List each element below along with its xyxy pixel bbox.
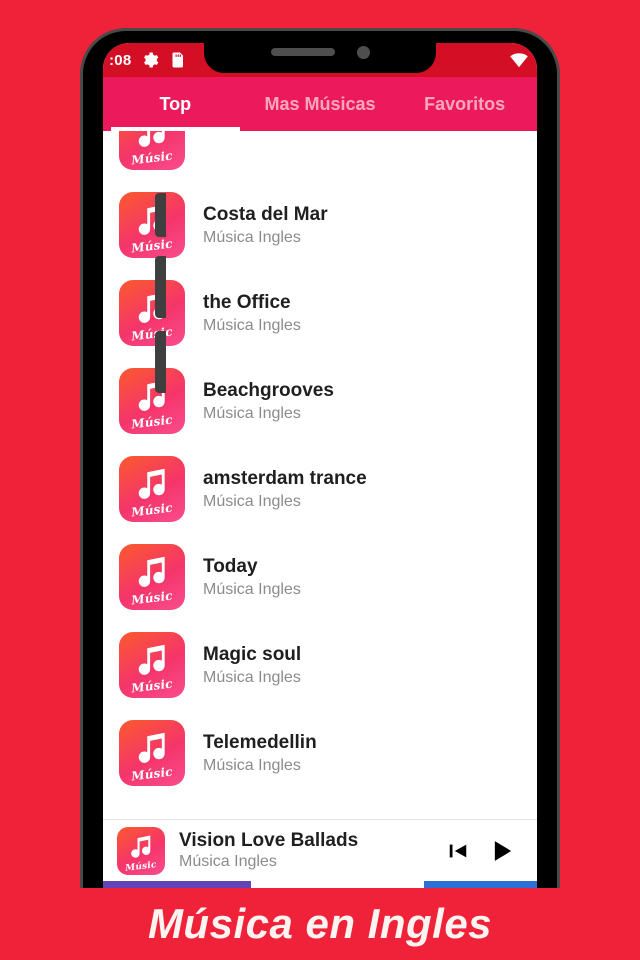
front-camera-icon	[356, 45, 370, 59]
phone-button-volume-up[interactable]	[155, 256, 166, 318]
list-item-meta: amsterdam trance Música Ingles	[203, 467, 367, 512]
list-item[interactable]: Músic Telemedellin Música Ingles	[103, 709, 537, 797]
list-item-title: Magic soul	[203, 643, 302, 665]
promo-caption: Música en Ingles	[147, 900, 493, 947]
now-playing-controls	[447, 837, 523, 865]
list-item-title: Costa del Mar	[203, 203, 328, 225]
list-item[interactable]: Músic Costa del Mar Música Ingles	[103, 181, 537, 269]
previous-track-icon[interactable]	[447, 840, 469, 862]
status-bar-right-group	[509, 52, 529, 68]
phone-screen: :08 Top Mas Músicas Favoritos Músic Músi…	[103, 43, 537, 888]
status-bar-clock: :08	[109, 51, 132, 69]
tab-mas-musicas[interactable]: Mas Músicas	[248, 77, 393, 131]
list-item[interactable]: Músic Magic soul Música Ingles	[103, 621, 537, 709]
phone-frame: :08 Top Mas Músicas Favoritos Músic Músi…	[80, 28, 560, 888]
album-art-label: Músic	[130, 148, 174, 168]
album-art-label: Músic	[130, 236, 174, 256]
list-item-title: amsterdam trance	[203, 467, 367, 489]
music-note-icon	[138, 644, 165, 675]
tab-favoritos[interactable]: Favoritos	[392, 77, 537, 131]
list-item[interactable]: Músic the Office Música Ingles	[103, 269, 537, 357]
tab-top[interactable]: Top	[103, 77, 248, 131]
album-art-label: Músic	[124, 859, 158, 874]
album-art-label: Músic	[130, 676, 174, 696]
album-art-icon: Músic	[119, 456, 185, 522]
list-item-meta	[203, 131, 208, 159]
album-art-icon: Músic	[119, 131, 185, 170]
list-item-title	[203, 131, 208, 138]
album-art-icon: Músic	[119, 368, 185, 434]
bottom-nav-item-middle[interactable]	[250, 881, 425, 888]
tab-bar: Top Mas Músicas Favoritos	[103, 77, 537, 131]
music-note-icon	[138, 732, 165, 763]
wifi-icon	[510, 53, 528, 68]
now-playing-bar[interactable]: Músic Vision Love Ballads Música Ingles	[103, 819, 537, 881]
list-item-meta: Costa del Mar Música Ingles	[203, 203, 328, 248]
song-list[interactable]: Músic Músic Costa del Mar Música Ingles …	[103, 131, 537, 819]
music-note-icon	[138, 556, 165, 587]
list-item[interactable]: Músic Beachgrooves Música Ingles	[103, 357, 537, 445]
song-list-scroll-container: Músic Músic Costa del Mar Música Ingles …	[103, 131, 537, 797]
bottom-nav-item-left[interactable]	[103, 881, 251, 888]
list-item-meta: Magic soul Música Ingles	[203, 643, 301, 688]
list-item[interactable]: Músic Today Música Ingles	[103, 533, 537, 621]
album-art-icon: Músic	[119, 280, 185, 346]
phone-notch	[204, 31, 436, 73]
list-item[interactable]: Músic amsterdam trance Música Ingles	[103, 445, 537, 533]
earpiece-speaker-icon	[270, 48, 335, 56]
tab-favoritos-label: Favoritos	[424, 93, 506, 114]
list-item-meta: Beachgrooves Música Ingles	[203, 379, 334, 424]
album-art-icon: Músic	[119, 544, 185, 610]
now-playing-meta: Vision Love Ballads Música Ingles	[179, 830, 433, 871]
list-item[interactable]: Músic	[103, 131, 537, 181]
bottom-navigation-bar[interactable]	[103, 881, 537, 888]
phone-button-volume-down[interactable]	[155, 331, 166, 393]
phone-button-silent[interactable]	[155, 193, 166, 237]
music-note-icon	[131, 835, 151, 858]
list-item-title: Beachgrooves	[203, 379, 334, 401]
album-art-icon: Músic	[119, 720, 185, 786]
list-item-meta: the Office Música Ingles	[203, 291, 301, 336]
now-playing-subtitle: Música Ingles	[179, 853, 277, 870]
album-art-label: Músic	[130, 588, 174, 608]
music-note-icon	[138, 468, 165, 499]
album-art-icon: Músic	[119, 632, 185, 698]
tab-mas-musicas-label: Mas Músicas	[264, 93, 376, 114]
list-item-subtitle: Música Ingles	[203, 405, 301, 423]
play-icon[interactable]	[489, 837, 517, 865]
list-item-subtitle: Música Ingles	[203, 669, 301, 687]
list-item-meta: Today Música Ingles	[203, 555, 301, 600]
album-art-label: Músic	[130, 500, 174, 520]
list-item-subtitle: Música Ingles	[203, 581, 301, 599]
sd-card-icon	[172, 52, 183, 68]
gear-icon	[143, 52, 158, 68]
list-item-title: Today	[203, 555, 258, 577]
now-playing-title: Vision Love Ballads	[179, 830, 359, 851]
list-item-meta: Telemedellin Música Ingles	[203, 731, 317, 776]
bottom-nav-item-right[interactable]	[424, 881, 537, 888]
music-note-icon	[138, 131, 165, 147]
list-item-title: the Office	[203, 291, 291, 313]
list-item-subtitle: Música Ingles	[203, 757, 301, 775]
list-item-subtitle: Música Ingles	[203, 317, 301, 335]
list-item-subtitle: Música Ingles	[203, 229, 301, 247]
album-art-label: Músic	[130, 764, 174, 784]
now-playing-album-art-icon: Músic	[117, 826, 165, 875]
album-art-icon: Músic	[119, 192, 185, 258]
tab-top-label: Top	[159, 93, 192, 114]
list-item-title: Telemedellin	[203, 731, 317, 753]
status-bar-left-group: :08	[109, 51, 186, 69]
album-art-label: Músic	[130, 412, 174, 432]
list-item-subtitle	[203, 141, 208, 159]
album-art-label: Músic	[130, 324, 174, 344]
list-item-subtitle: Música Ingles	[203, 493, 301, 511]
